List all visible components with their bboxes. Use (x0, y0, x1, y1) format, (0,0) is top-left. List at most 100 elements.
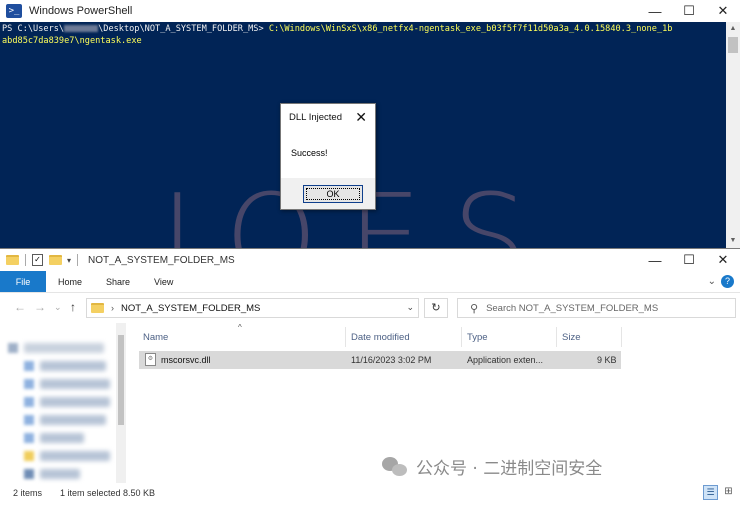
navigation-bar: ← → ⌄ ↑ › NOT_A_SYSTEM_FOLDER_MS ⌄ ↻ ⚲ S… (0, 293, 740, 323)
tab-home[interactable]: Home (46, 271, 94, 292)
forward-arrow-icon[interactable]: → (34, 300, 46, 314)
selection-status: 1 item selected 8.50 KB (60, 488, 156, 498)
obscured-label (40, 433, 84, 443)
maximize-button[interactable]: ☐ (672, 249, 706, 271)
obscured-label (40, 379, 110, 389)
obscured-label (40, 469, 80, 479)
nav-pane-item[interactable] (0, 449, 118, 463)
status-bar: 2 items 1 item selected 8.50 KB ☰ ⊞ (0, 483, 740, 505)
address-dropdown-icon[interactable]: ⌄ (406, 302, 414, 313)
tab-share[interactable]: Share (94, 271, 142, 292)
item-icon (24, 433, 34, 443)
help-icon[interactable]: ? (721, 275, 734, 288)
obscured-label (40, 361, 106, 371)
ok-button[interactable]: OK (303, 185, 363, 203)
console-scrollbar[interactable]: ▲ ▼ (726, 22, 740, 248)
column-header-date-modified[interactable]: Date modified (351, 332, 410, 343)
scroll-up-icon[interactable]: ▲ (726, 22, 740, 36)
search-input[interactable]: ⚲ Search NOT_A_SYSTEM_FOLDER_MS (457, 298, 736, 318)
large-icons-view-icon[interactable]: ⊞ (721, 485, 736, 500)
folder-icon (6, 255, 19, 265)
file-size: 9 KB (597, 355, 617, 365)
expand-ribbon-icon[interactable]: ⌄ (708, 276, 716, 287)
address-bar[interactable]: › NOT_A_SYSTEM_FOLDER_MS ⌄ (86, 298, 419, 318)
scrollbar-thumb[interactable] (728, 37, 738, 53)
item-icon (24, 361, 34, 371)
tab-file[interactable]: File (0, 271, 46, 292)
explorer-window-controls: — ☐ ✕ (638, 249, 740, 271)
sort-ascending-icon: ^ (238, 323, 242, 332)
quick-access-dropdown-icon[interactable]: ▾ (67, 256, 71, 265)
recent-locations-icon[interactable]: ⌄ (54, 302, 62, 313)
search-icon: ⚲ (470, 302, 479, 315)
file-date-modified: 11/16/2023 3:02 PM (351, 355, 432, 365)
nav-pane-item[interactable] (0, 413, 118, 427)
minimize-button[interactable]: — (638, 0, 672, 22)
column-header-type[interactable]: Type (467, 332, 488, 343)
item-icon (24, 451, 34, 461)
breadcrumb[interactable]: NOT_A_SYSTEM_FOLDER_MS (121, 303, 260, 314)
item-icon (24, 379, 34, 389)
console-command-line1: C:\Windows\WinSxS\x86_netfx4-ngentask_ex… (268, 24, 673, 34)
column-header-name[interactable]: Name (143, 332, 168, 343)
item-count: 2 items (13, 488, 43, 498)
up-arrow-icon[interactable]: ↑ (70, 300, 76, 314)
back-arrow-icon[interactable]: ← (14, 300, 26, 314)
console-command-line2: abd85c7da839e7\ngentask.exe (2, 36, 142, 46)
file-name: mscorsvc.dll (161, 355, 211, 365)
item-icon (8, 343, 18, 353)
column-divider[interactable] (461, 327, 462, 347)
obscured-label (24, 343, 104, 353)
powershell-window-controls: — ☐ ✕ (638, 0, 740, 22)
dialog-message: Success! (291, 148, 328, 158)
folder-icon (91, 303, 104, 313)
message-box-dialog: DLL Injected ✕ Success! OK (280, 103, 376, 210)
column-header-size[interactable]: Size (562, 332, 580, 343)
explorer-title: NOT_A_SYSTEM_FOLDER_MS (88, 254, 235, 266)
nav-pane-item[interactable] (0, 395, 118, 409)
maximize-button[interactable]: ☐ (672, 0, 706, 22)
tab-view[interactable]: View (142, 271, 185, 292)
properties-icon[interactable]: ✓ (32, 254, 43, 266)
scrollbar-thumb[interactable] (118, 335, 124, 425)
refresh-button[interactable]: ↻ (424, 298, 448, 318)
dialog-body: Success! (281, 131, 375, 178)
nav-pane-scrollbar[interactable] (116, 323, 126, 483)
table-row[interactable]: ⚙ mscorsvc.dll 11/16/2023 3:02 PM Applic… (139, 351, 621, 369)
nav-pane-item[interactable] (0, 341, 118, 355)
nav-pane-item[interactable] (0, 359, 118, 373)
obscured-label (40, 451, 110, 461)
column-divider[interactable] (621, 327, 622, 347)
close-icon[interactable]: ✕ (355, 109, 367, 126)
minimize-button[interactable]: — (638, 249, 672, 271)
redacted-username (64, 25, 99, 32)
new-folder-icon[interactable] (49, 255, 62, 265)
navigation-pane[interactable] (0, 323, 126, 483)
powershell-title: Windows PowerShell (29, 5, 133, 17)
toolbar-divider (25, 254, 26, 266)
close-button[interactable]: ✕ (706, 249, 740, 271)
dll-file-icon: ⚙ (145, 353, 156, 366)
dialog-footer: OK (281, 178, 375, 209)
powershell-console[interactable]: PS C:\Users\ \Desktop\NOT_A_SYSTEM_FOLDER… (0, 22, 726, 48)
scroll-down-icon[interactable]: ▼ (726, 234, 740, 248)
wechat-icon (382, 456, 408, 477)
column-divider[interactable] (556, 327, 557, 347)
column-divider[interactable] (345, 327, 346, 347)
nav-pane-item[interactable] (0, 431, 118, 445)
console-prompt: PS C:\Users\ \Desktop\NOT_A_SYSTEM_FOLDER… (2, 24, 264, 34)
close-button[interactable]: ✕ (706, 0, 740, 22)
file-explorer-window: ✓ ▾ NOT_A_SYSTEM_FOLDER_MS — ☐ ✕ File Ho… (0, 248, 740, 505)
dialog-titlebar: DLL Injected ✕ (281, 104, 375, 131)
details-view-icon[interactable]: ☰ (703, 485, 718, 500)
wechat-credit-watermark: 公众号 · 二进制空间安全 (382, 454, 602, 479)
ribbon-tabs: File Home Share View ⌄ ? (0, 271, 740, 293)
prompt-prefix: PS C:\Users\ (2, 24, 65, 34)
nav-pane-item[interactable] (0, 377, 118, 391)
file-type: Application exten... (467, 355, 544, 365)
breadcrumb-chevron-icon[interactable]: › (111, 303, 114, 313)
nav-pane-item[interactable] (0, 467, 118, 481)
prompt-suffix: \Desktop\NOT_A_SYSTEM_FOLDER_MS> (98, 24, 264, 34)
obscured-label (40, 415, 106, 425)
powershell-icon: >_ (6, 4, 22, 18)
